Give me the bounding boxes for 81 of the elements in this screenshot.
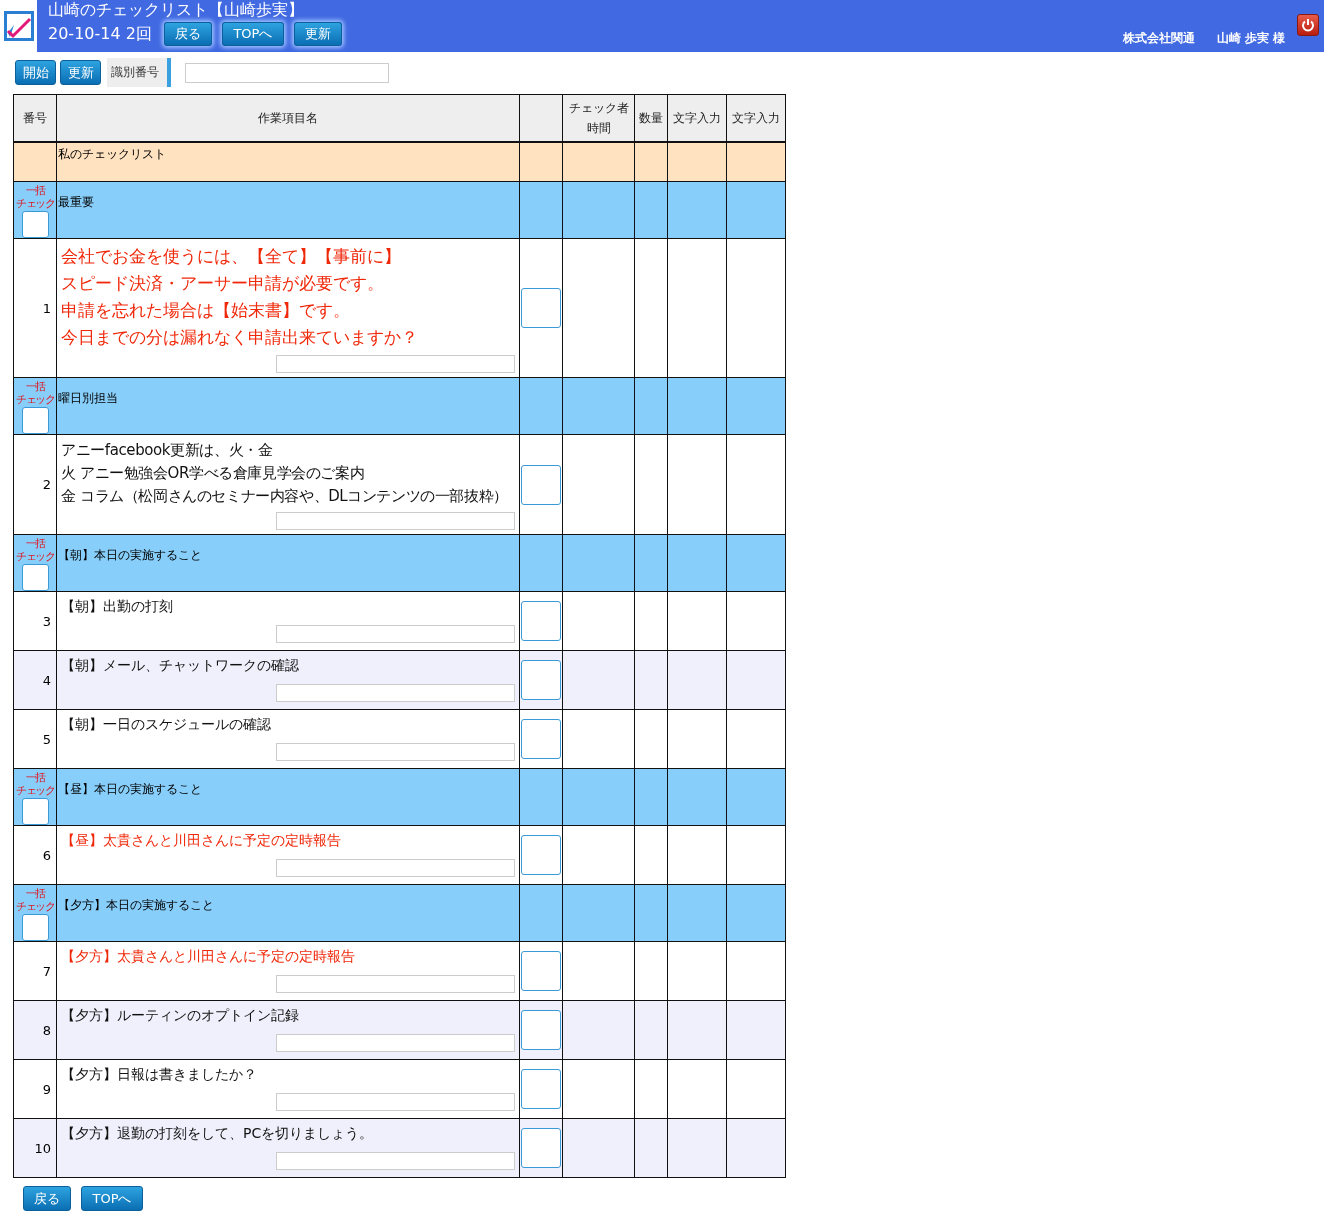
group-title: 【朝】本日の実施すること: [57, 547, 202, 564]
note-input-field[interactable]: [276, 975, 515, 993]
row-number: 5: [42, 731, 51, 747]
note-input-field[interactable]: [276, 684, 515, 702]
task-text: 【夕方】日報は書きましたか？: [61, 1065, 258, 1084]
note-input-field[interactable]: [276, 625, 515, 643]
task-text: 金 コラム（松岡さんのセミナー内容や、DLコンテンツの一部抜粋）: [61, 486, 509, 507]
task-text: 会社でお金を使うには、【全て】【事前に】: [61, 245, 402, 268]
task-checkbox[interactable]: [521, 601, 561, 641]
date-label: 20-10-14 2回: [48, 23, 152, 45]
task-checkbox[interactable]: [521, 1010, 561, 1050]
task-checkbox[interactable]: [521, 288, 561, 328]
task-text: 火 アニー勉強会OR学べる倉庫見学会のご案内: [61, 463, 366, 484]
company-name: 株式会社関通: [1122, 30, 1195, 47]
task-checkbox[interactable]: [521, 719, 561, 759]
task-text: 【夕方】ルーティンのオプトイン記録: [61, 1006, 300, 1025]
note-input-field[interactable]: [276, 859, 515, 877]
toolbar-button[interactable]: 更新: [60, 60, 101, 85]
header-button[interactable]: 戻る: [163, 22, 212, 46]
bulk-check-label: 一括 チェック: [15, 183, 55, 210]
bulk-check-label: 一括 チェック: [15, 536, 55, 563]
column-header: 作業項目名: [56, 94, 520, 142]
note-input-field[interactable]: [276, 1152, 515, 1170]
column-header: 文字入力: [726, 94, 786, 142]
footer-button[interactable]: 戻る: [23, 1186, 71, 1211]
task-text: 申請を忘れた場合は【始末書】です。: [61, 299, 351, 322]
bulk-check-label: 一括 チェック: [15, 770, 55, 797]
header-button[interactable]: 更新: [293, 22, 342, 46]
task-checkbox[interactable]: [521, 1128, 561, 1168]
row-number: 7: [42, 963, 51, 979]
task-text: 【昼】太貴さんと川田さんに予定の定時報告: [61, 831, 342, 850]
task-text: 【朝】メール、チャットワークの確認: [61, 656, 300, 675]
checklist-title: 私のチェックリスト: [57, 146, 166, 163]
footer-button[interactable]: TOPへ: [81, 1186, 143, 1211]
column-header: チェック者 時間: [562, 94, 635, 142]
page-title: 山崎のチェックリスト【山崎歩実】: [48, 0, 305, 20]
note-input-field[interactable]: [276, 1093, 515, 1111]
note-input-field[interactable]: [276, 1034, 515, 1052]
task-text: 【朝】出勤の打刻: [61, 597, 174, 616]
bulk-check-label: 一括 チェック: [15, 886, 55, 913]
task-text: 【夕方】退勤の打刻をして、PCを切りましょう。: [61, 1124, 375, 1143]
row-number: 4: [42, 672, 51, 688]
group-title: 曜日別担当: [57, 390, 118, 407]
task-checkbox[interactable]: [521, 464, 561, 505]
row-number: 1: [42, 300, 51, 316]
task-text: 【夕方】太貴さんと川田さんに予定の定時報告: [61, 947, 356, 966]
bulk-checkbox[interactable]: [21, 914, 49, 941]
row-number: 8: [42, 1022, 51, 1038]
task-checkbox[interactable]: [521, 660, 561, 700]
task-text: スピード決済・アーサー申請が必要です。: [61, 272, 385, 295]
group-title: 【夕方】本日の実施すること: [57, 897, 214, 914]
row-number: 3: [42, 613, 51, 629]
bulk-checkbox[interactable]: [21, 407, 49, 434]
bulk-checkbox[interactable]: [21, 211, 49, 238]
id-label: 識別番号: [107, 58, 171, 87]
column-header: 番号: [13, 94, 57, 142]
task-text: 【朝】一日のスケジュールの確認: [61, 715, 272, 734]
row-number: 6: [42, 847, 51, 863]
bulk-checkbox[interactable]: [21, 798, 49, 825]
task-text: 今日までの分は漏れなく申請出来ていますか？: [61, 326, 419, 349]
user-name: 山崎 歩実 様: [1216, 30, 1285, 47]
group-title: 最重要: [57, 194, 94, 211]
row-number: 9: [42, 1081, 51, 1097]
task-checkbox[interactable]: [521, 951, 561, 991]
group-title: 【昼】本日の実施すること: [57, 781, 202, 798]
row-number: 10: [34, 1140, 51, 1156]
note-input-field[interactable]: [276, 743, 515, 761]
column-header: 文字入力: [667, 94, 727, 142]
note-input-field[interactable]: [276, 355, 515, 373]
bulk-checkbox[interactable]: [21, 564, 49, 591]
logout-icon[interactable]: [1297, 14, 1319, 36]
task-checkbox[interactable]: [521, 835, 561, 875]
column-header: 数量: [634, 94, 668, 142]
bulk-check-label: 一括 チェック: [15, 379, 55, 406]
toolbar-button[interactable]: 開始: [15, 60, 56, 85]
note-input-field[interactable]: [276, 512, 515, 530]
task-text: アニーfacebook更新は、火・金: [61, 440, 274, 461]
id-input-field[interactable]: [185, 62, 389, 83]
task-checkbox[interactable]: [521, 1069, 561, 1109]
row-number: 2: [42, 477, 51, 492]
header-button[interactable]: TOPへ: [221, 22, 284, 46]
